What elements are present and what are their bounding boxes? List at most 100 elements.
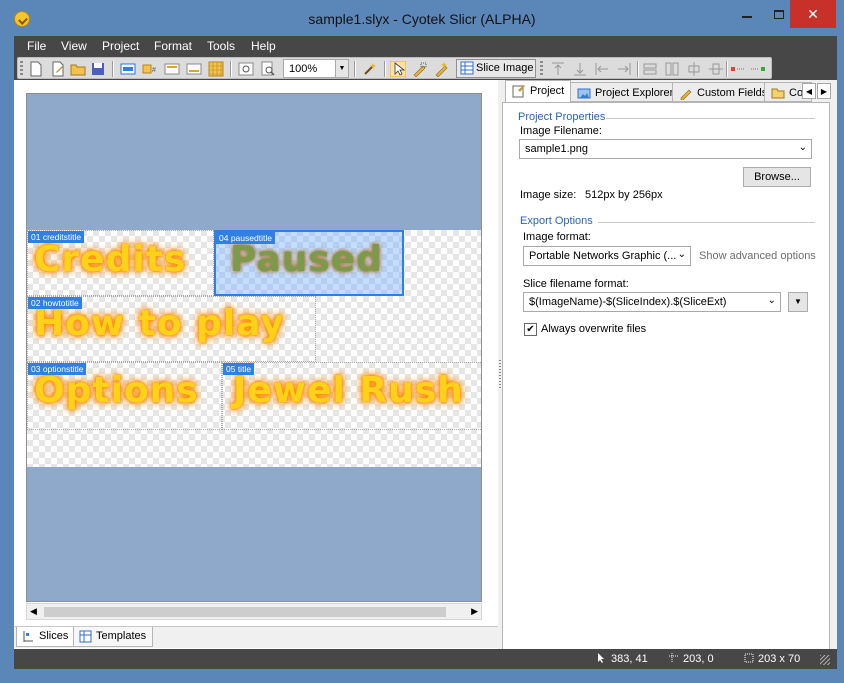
slice-image-text: Paused [230,239,383,280]
toolbar-grip[interactable] [540,61,543,77]
align-right-icon[interactable] [616,61,632,77]
minimize-button[interactable] [730,0,764,28]
always-overwrite-checkbox[interactable]: ✔ [524,323,537,336]
dropdown-arrow-icon: ▼ [794,297,802,306]
move-right-icon[interactable] [750,61,766,77]
toolbar-grip[interactable] [20,61,23,77]
resize-grip[interactable] [820,655,830,665]
tab-project[interactable]: Project [505,80,572,102]
properties-pane: Project Project Explorer Custom Fields C… [502,80,837,669]
selection-size-value: 203 x 70 [758,653,801,665]
same-height-icon[interactable] [664,61,680,77]
slice-label: 04 pausedtitle [216,232,275,244]
zoom-dropdown-button[interactable]: ▼ [335,59,349,78]
save-icon[interactable] [90,61,106,77]
open-folder-icon[interactable] [70,61,86,77]
show-slices-icon[interactable]: # [142,61,158,77]
slice-image-text: Options [34,370,199,411]
scroll-right-icon[interactable]: ▶ [471,606,478,617]
slice-optionstitle[interactable]: Options 03 optionstitle [27,362,222,430]
position-icon [669,653,679,663]
image-format-value: Portable Networks Graphic (... [529,250,677,262]
image-area[interactable]: Credits 01 creditstitle Paused 04 paused… [27,230,481,467]
center-vertical-icon[interactable] [708,61,724,77]
chevron-left-icon: ◀ [805,86,813,96]
tab-templates-label: Templates [96,630,147,642]
show-grid-icon[interactable] [208,61,224,77]
close-icon: ✕ [807,5,819,22]
image-format-label: Image format: [523,231,591,243]
same-width-icon[interactable] [642,61,658,77]
slice-image-button[interactable]: Slice Image [456,59,536,78]
menu-project[interactable]: Project [102,39,139,53]
align-left-icon[interactable] [594,61,610,77]
pointer-tool-icon[interactable] [390,61,406,77]
tab-templates[interactable]: Templates [73,627,154,647]
tab-scroll-right-button[interactable]: ▶ [817,83,831,99]
new-file-icon[interactable] [28,61,44,77]
tab-slices[interactable]: Slices [16,627,76,647]
slice-howtotitle[interactable]: How to play 02 howtotitle [27,296,316,362]
show-labels-icon[interactable] [164,61,180,77]
move-left-icon[interactable] [730,61,746,77]
image-canvas[interactable]: Credits 01 creditstitle Paused 04 paused… [26,93,482,602]
scroll-left-icon[interactable]: ◀ [30,606,37,617]
magic-wand-icon[interactable] [362,61,378,77]
menu-format[interactable]: Format [154,39,192,53]
slice-label: 05 title [223,363,255,375]
toolbar-separator [112,61,113,77]
tab-custom-fields[interactable]: Custom Fields [672,82,775,102]
menu-file[interactable]: File [27,39,46,53]
zoom-fit-icon[interactable] [238,61,254,77]
slice-image-icon [460,61,474,75]
image-filename-combobox[interactable]: sample1.png ⌄ [519,139,812,159]
toolbar-separator [384,61,385,77]
toolbar-separator [637,61,638,77]
chevron-down-icon[interactable]: ⌄ [799,142,807,153]
toolbar-separator [230,61,231,77]
edit-file-icon[interactable] [50,61,66,77]
align-bottom-icon[interactable] [572,61,588,77]
right-tab-strip: Project Project Explorer Custom Fields C… [502,80,837,102]
image-filename-value: sample1.png [525,143,588,155]
slices-icon [23,631,33,642]
show-image-icon[interactable] [120,61,136,77]
center-horizontal-icon[interactable] [686,61,702,77]
scrollbar-thumb[interactable] [44,607,446,617]
chevron-down-icon[interactable]: ⌄ [768,295,776,306]
cursor-position-status: 383, 41 [597,653,648,665]
draw-slice-icon[interactable] [412,61,428,77]
browse-button[interactable]: Browse... [743,167,811,187]
align-top-icon[interactable] [550,61,566,77]
image-filename-label: Image Filename: [520,125,602,137]
slice-label: 03 optionstitle [28,363,87,375]
checkmark-icon: ✔ [526,324,535,335]
group-divider [606,118,815,119]
tab-project-explorer[interactable]: Project Explorer [570,82,681,102]
menu-view[interactable]: View [61,39,87,53]
pencil-icon [680,89,692,100]
image-format-select[interactable]: Portable Networks Graphic (... ⌄ [523,246,691,266]
slice-title[interactable]: Jewel Rush 05 title [222,362,481,430]
selection-position-status: 203, 0 [669,653,714,665]
tab-project-explorer-label: Project Explorer [595,87,674,99]
show-borders-icon[interactable] [186,61,202,77]
slice-image-text: How to play [34,303,285,344]
slice-filename-format-combobox[interactable]: $(ImageName)-$(SliceIndex).$(SliceExt) ⌄ [523,292,781,312]
slice-filename-options-button[interactable]: ▼ [788,292,808,312]
chevron-down-icon[interactable]: ⌄ [678,249,686,260]
menu-help[interactable]: Help [251,39,276,53]
auto-slice-icon[interactable] [434,61,450,77]
toolbar-separator [354,61,355,77]
slice-filename-format-value: $(ImageName)-$(SliceIndex).$(SliceExt) [529,296,727,308]
slice-image-text: Credits [34,239,187,280]
always-overwrite-label[interactable]: Always overwrite files [541,323,646,335]
tab-scroll-left-button[interactable]: ◀ [802,83,816,99]
zoom-icon[interactable] [260,61,276,77]
close-button[interactable]: ✕ [790,0,836,28]
slice-pausedtitle[interactable]: Paused 04 pausedtitle [214,230,404,296]
show-advanced-options-link[interactable]: Show advanced options [699,250,816,262]
horizontal-scrollbar[interactable]: ◀ ▶ [26,603,482,620]
slice-creditstitle[interactable]: Credits 01 creditstitle [27,230,214,296]
menu-tools[interactable]: Tools [207,39,235,53]
